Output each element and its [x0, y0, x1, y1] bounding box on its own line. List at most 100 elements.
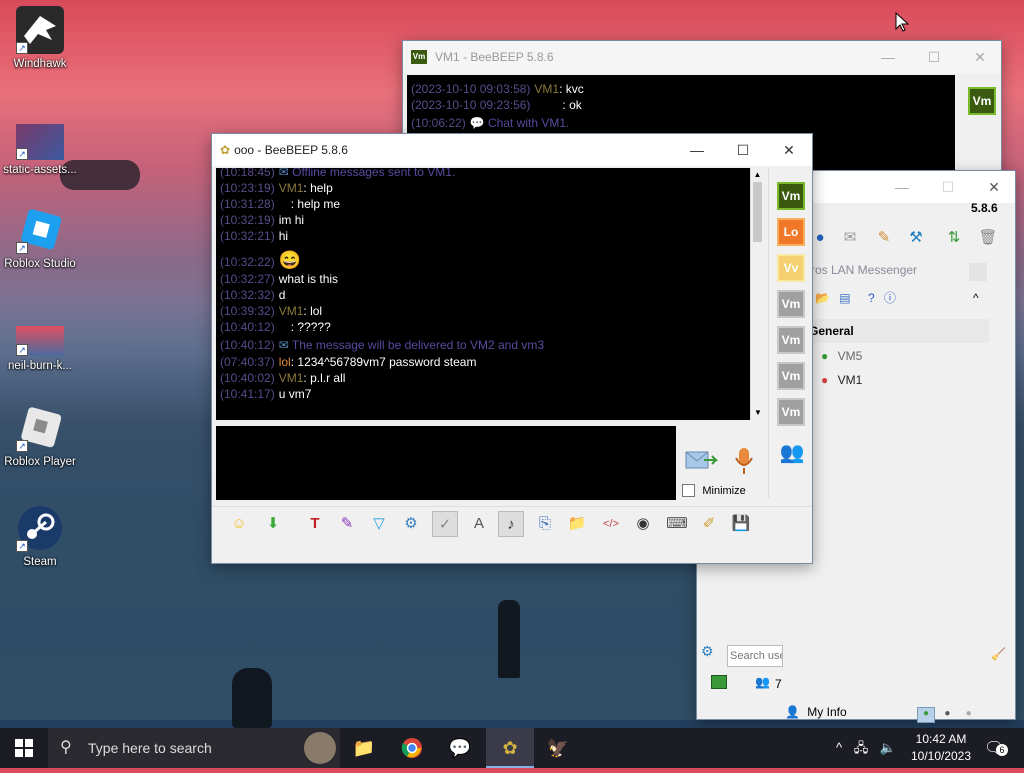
volume-icon[interactable]: 🔈 — [880, 740, 896, 755]
chat-scrollbar[interactable]: ▲ ▼ — [750, 168, 764, 420]
notification-badge: 6 — [996, 744, 1008, 756]
status-online-icon[interactable]: ● — [917, 707, 935, 723]
microphone-icon[interactable] — [734, 446, 754, 476]
desktop-icon-static-assets[interactable]: ↗ static-assets... — [0, 118, 80, 176]
keyboard-icon[interactable]: ⌨ — [664, 511, 690, 537]
version-label: 5.8.6 — [971, 201, 998, 215]
desktop-icon-label: static-assets... — [3, 164, 77, 176]
edit-icon[interactable]: ✎ — [871, 225, 897, 251]
messenger-toolbar: ● ✉ ✎ ⚒ ⇅ 🗑 — [807, 225, 1013, 255]
trash-icon[interactable]: 🗑 — [975, 225, 1001, 251]
settings-gear-icon[interactable]: ⚙ — [701, 643, 714, 659]
smiley-icon[interactable]: ☺ — [226, 511, 252, 537]
beebeep-taskbar-icon[interactable]: ✿ — [486, 728, 534, 768]
scroll-up-arrow[interactable]: ▲ — [751, 168, 764, 182]
chat-app-icon[interactable]: 💬 — [436, 728, 484, 768]
mail-icon[interactable]: ✉ — [837, 225, 863, 251]
desktop-icon-steam[interactable]: ↗ Steam — [0, 504, 80, 568]
add-folder-icon[interactable]: 📂 — [815, 291, 830, 305]
start-button[interactable] — [0, 728, 48, 768]
user-list-item[interactable]: ● VM5 — [821, 345, 862, 367]
share-folder-icon[interactable]: 📁 — [564, 511, 590, 537]
settings-gear-icon[interactable]: ⚙ — [398, 511, 424, 537]
help-icon[interactable]: ? — [868, 291, 875, 305]
window-app-icon: Vm — [411, 50, 427, 64]
desktop-icon-neil-burn[interactable]: ↗ neil-burn-k... — [0, 316, 80, 372]
font-icon[interactable]: A — [466, 511, 492, 537]
chat-line: (10:40:12): ????? — [220, 320, 331, 334]
group-row[interactable]: General — [783, 319, 989, 343]
chrome-icon[interactable] — [388, 728, 436, 768]
status-away-icon[interactable]: ● — [960, 708, 978, 719]
titlebar[interactable]: ✿ ooo - BeeBEEP 5.8.6 — ☐ ✕ — [212, 134, 812, 166]
message-input[interactable] — [216, 426, 676, 500]
scroll-thumb[interactable] — [753, 182, 762, 242]
user-avatar-vv[interactable]: Vv — [777, 254, 805, 282]
desktop-icon-windhawk[interactable]: ↗ Windhawk — [0, 6, 80, 70]
user-avatar-vm[interactable]: Vm — [968, 87, 996, 115]
clock[interactable]: 10:42 AM 10/10/2023 — [906, 731, 976, 765]
main-chat-window[interactable]: ✿ ooo - BeeBEEP 5.8.6 — ☐ ✕ (10:18:45) ✉ … — [211, 133, 813, 564]
tab-green-icon[interactable] — [711, 675, 727, 689]
user-avatar-lo[interactable]: Lo — [777, 218, 805, 246]
windhawk-taskbar-icon[interactable]: 🦅 — [534, 728, 582, 768]
taskbar-search[interactable]: ⚲ Type here to search — [48, 728, 340, 768]
library-icon[interactable]: ▤ — [839, 291, 850, 305]
minimize-button[interactable]: — — [879, 171, 925, 203]
collapse-button[interactable] — [969, 263, 987, 281]
tools-icon[interactable]: ⚒ — [903, 225, 929, 251]
download-arrow-icon[interactable]: ⬇ — [260, 511, 286, 537]
desktop-icon-roblox-studio[interactable]: ↗ Roblox Studio — [0, 206, 80, 270]
send-button[interactable] — [684, 446, 719, 476]
edit-note-icon[interactable]: ✐ — [696, 511, 722, 537]
save-icon[interactable]: 💾 — [728, 511, 754, 537]
user-avatar-vm[interactable]: Vm — [777, 182, 805, 210]
add-users-icon[interactable]: 👥 — [777, 440, 807, 470]
notifications-button[interactable]: 🗨 6 — [984, 738, 1008, 758]
send-file-icon[interactable]: ⎘ — [532, 511, 558, 537]
minimize-button[interactable]: — — [865, 41, 911, 73]
update-icon[interactable]: ⇅ — [941, 225, 967, 251]
minimize-button[interactable]: — — [674, 134, 720, 166]
desktop-icon-roblox-player[interactable]: ↗ Roblox Player — [0, 404, 80, 468]
bottom-tabs: 👥 7 — [701, 671, 791, 699]
search-row: ⚙ — [701, 643, 791, 669]
user-avatar-vm[interactable]: Vm — [777, 326, 805, 354]
network-icon[interactable]: 🖧 — [854, 740, 869, 755]
maximize-button[interactable]: ☐ — [911, 41, 957, 73]
minimize-checkbox-row[interactable]: Minimize — [682, 482, 746, 498]
close-button[interactable]: ✕ — [766, 134, 812, 166]
minimize-checkbox[interactable] — [682, 484, 695, 498]
status-busy-icon[interactable]: ● — [938, 708, 956, 719]
info-icon[interactable]: ⓘ — [884, 291, 896, 305]
chevron-up-icon[interactable]: ^ — [973, 291, 979, 305]
image-file-icon: ↗ — [16, 326, 64, 356]
file-explorer-icon[interactable]: 📁 — [340, 728, 388, 768]
code-icon[interactable]: </> — [598, 511, 624, 537]
user-avatar-vm[interactable]: Vm — [777, 398, 805, 426]
close-button[interactable]: ✕ — [971, 171, 1017, 203]
maximize-button[interactable]: ☐ — [925, 171, 971, 203]
color-picker-icon[interactable]: ✎ — [334, 511, 360, 537]
filter-icon[interactable]: ▽ — [366, 511, 392, 537]
messenger-subtitle: ros LAN Messenger — [811, 263, 918, 277]
maximize-button[interactable]: ☐ — [720, 134, 766, 166]
text-format-icon[interactable]: T — [302, 511, 328, 537]
group-name: General — [809, 324, 854, 338]
user-avatar-vm[interactable]: Vm — [777, 290, 805, 318]
broom-icon[interactable]: 🧹 — [991, 647, 1006, 661]
chat-line: (10:32:22) 😄 — [220, 250, 302, 270]
screenshot-icon[interactable]: ◉ — [630, 511, 656, 537]
chevron-up-icon[interactable]: ^ — [836, 740, 842, 755]
user-avatar-vm[interactable]: Vm — [777, 362, 805, 390]
tab-users-icon[interactable]: 👥 — [755, 675, 770, 689]
titlebar[interactable]: Vm VM1 - BeeBEEP 5.8.6 — ☐ ✕ — [403, 41, 1001, 73]
music-note-icon[interactable]: ♪ — [498, 511, 524, 537]
spellcheck-icon[interactable]: ✓ — [432, 511, 458, 537]
user-list-item[interactable]: ● VM1 — [821, 369, 862, 391]
close-button[interactable]: ✕ — [957, 41, 1003, 73]
clock-time: 10:42 AM — [915, 732, 967, 746]
my-info-row[interactable]: 👤 My Info — [785, 703, 847, 721]
scroll-down-arrow[interactable]: ▼ — [751, 406, 765, 420]
search-users-input[interactable] — [727, 645, 783, 667]
